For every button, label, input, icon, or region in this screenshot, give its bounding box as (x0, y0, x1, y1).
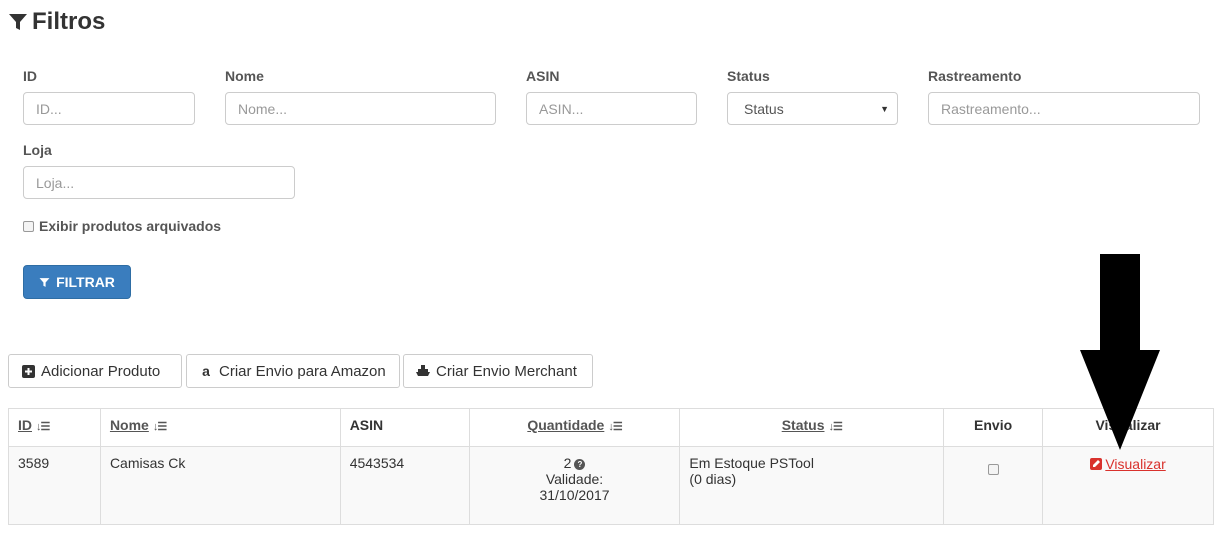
table-header-row: ID ↓☰ Nome ↓☰ ASIN Quantidade ↓☰ Status ↓☰ E… (8, 408, 1214, 447)
page-title: Filtros (8, 8, 105, 36)
header-quantidade[interactable]: Quantidade ↓☰ (468, 408, 681, 447)
filter-icon (9, 14, 27, 30)
header-status[interactable]: Status ↓☰ (679, 408, 945, 447)
header-envio: Envio (943, 408, 1044, 447)
table-row: 3589 Camisas Ck 4543534 2? Validade: 31/… (8, 446, 1214, 525)
nome-input[interactable] (225, 92, 496, 125)
nome-label: Nome (225, 68, 264, 84)
rastreamento-label: Rastreamento (928, 68, 1022, 84)
plus-square-icon (21, 364, 35, 378)
cell-id: 3589 (8, 446, 101, 525)
header-asin: ASIN (339, 408, 470, 447)
edit-icon (1090, 457, 1103, 470)
add-product-label: Adicionar Produto (41, 362, 161, 380)
status-select[interactable]: Status ▼ (727, 92, 898, 125)
status-label: Status (727, 68, 770, 84)
ship-icon (416, 364, 430, 378)
status-text: Em Estoque PSTool (689, 455, 814, 471)
asin-input[interactable] (526, 92, 697, 125)
filter-button-label: FILTRAR (56, 274, 115, 290)
header-nome[interactable]: Nome ↓☰ (99, 408, 341, 447)
sort-id-link[interactable]: ID (18, 417, 32, 433)
loja-label: Loja (23, 142, 52, 158)
loja-input[interactable] (23, 166, 295, 199)
archived-label: Exibir produtos arquivados (39, 218, 222, 234)
sort-icon: ↓☰ (152, 421, 167, 433)
validade-date: 31/10/2017 (539, 487, 610, 503)
amazon-shipment-label: Criar Envio para Amazon (219, 362, 386, 380)
cell-status: Em Estoque PSTool (0 dias) (679, 446, 945, 525)
header-id[interactable]: ID ↓☰ (8, 408, 101, 447)
cell-visualizar: Visualizar (1042, 446, 1214, 525)
cell-quantidade: 2? Validade: 31/10/2017 (468, 446, 681, 525)
sort-nome-link[interactable]: Nome (110, 417, 149, 433)
rastreamento-input[interactable] (928, 92, 1200, 125)
add-product-button[interactable]: Adicionar Produto (8, 354, 182, 388)
products-table: ID ↓☰ Nome ↓☰ ASIN Quantidade ↓☰ Status ↓☰ E… (8, 408, 1214, 525)
envio-checkbox[interactable] (987, 464, 999, 475)
cell-envio (943, 446, 1044, 525)
cell-asin: 4543534 (339, 446, 470, 525)
view-link[interactable]: Visualizar (1090, 455, 1166, 472)
sort-icon: ↓☰ (608, 421, 622, 433)
sort-icon: ↓☰ (36, 421, 50, 433)
status-select-value: Status (744, 100, 784, 117)
cell-nome: Camisas Ck (99, 446, 341, 525)
sort-icon: ↓☰ (828, 421, 842, 433)
asin-label: ASIN (526, 68, 560, 84)
filter-button[interactable]: FILTRAR (23, 265, 131, 299)
merchant-shipment-button[interactable]: Criar Envio Merchant (403, 354, 593, 388)
sort-status-link[interactable]: Status (782, 417, 825, 433)
amazon-shipment-button[interactable]: a Criar Envio para Amazon (186, 354, 400, 388)
merchant-shipment-label: Criar Envio Merchant (436, 362, 577, 380)
page-title-text: Filtros (32, 8, 106, 35)
archived-checkbox[interactable] (23, 220, 34, 232)
view-link-label: Visualizar (1105, 455, 1166, 472)
down-arrow-icon (1080, 254, 1160, 450)
id-label: ID (23, 68, 37, 84)
validade-label: Validade: (545, 471, 604, 487)
archived-checkbox-row: Exibir produtos arquivados (23, 218, 221, 234)
amazon-icon: a (202, 363, 210, 379)
quantity-value: 2 (563, 455, 572, 471)
filter-icon (39, 277, 50, 287)
status-days: (0 dias) (689, 471, 737, 487)
id-input[interactable] (23, 92, 195, 125)
sort-quantidade-link[interactable]: Quantidade (527, 417, 604, 433)
help-icon[interactable]: ? (574, 458, 586, 470)
caret-down-icon: ▼ (880, 103, 889, 114)
